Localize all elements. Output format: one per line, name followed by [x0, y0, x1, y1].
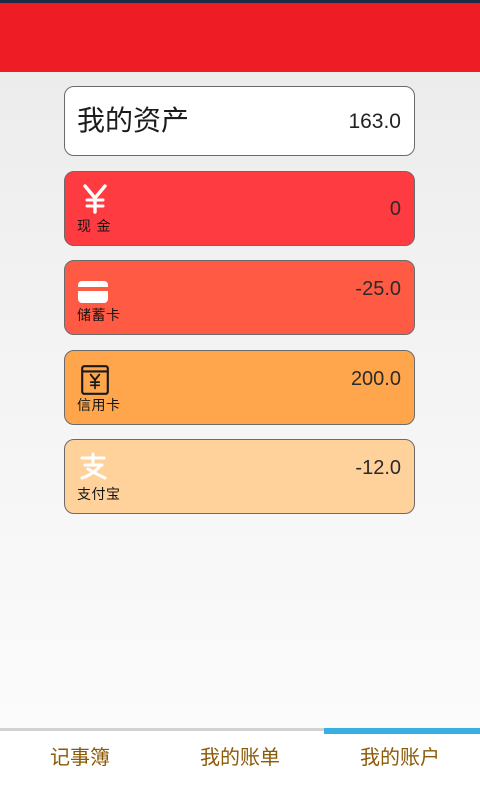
account-content: 我的资产 163.0 现 金 0 储蓄卡 -25.0 信用卡 200.0 支付宝…	[0, 72, 480, 728]
accounts-screen: 我的资产 163.0 现 金 0 储蓄卡 -25.0 信用卡 200.0 支付宝…	[0, 0, 480, 800]
debit-card-account-value: -25.0	[355, 278, 401, 300]
debit-card-account-card[interactable]: 储蓄卡 -25.0	[64, 260, 415, 335]
cash-account-value: 0	[389, 198, 401, 220]
debit-card-account-label: 储蓄卡	[77, 308, 121, 324]
tab-my-bills[interactable]: 我的账单	[160, 731, 320, 800]
top-red-header	[0, 0, 480, 72]
credit-card-icon	[81, 365, 109, 395]
tab-my-accounts-label: 我的账户	[360, 745, 440, 769]
tab-my-accounts[interactable]: 我的账户	[320, 731, 480, 800]
credit-card-account-card[interactable]: 信用卡 200.0	[64, 350, 415, 425]
credit-card-account-value: 200.0	[350, 368, 401, 390]
total-assets-card[interactable]: 我的资产 163.0	[64, 86, 415, 156]
cash-account-card[interactable]: 现 金 0	[64, 171, 415, 246]
alipay-icon	[80, 452, 107, 480]
total-assets-value: 163.0	[348, 110, 401, 133]
tab-ledger-label: 记事簿	[50, 745, 110, 769]
tab-my-bills-label: 我的账单	[200, 745, 280, 769]
alipay-account-label: 支付宝	[77, 487, 121, 503]
bottom-navigation: 记事簿 我的账单 我的账户	[0, 728, 480, 800]
alipay-account-value: -12.0	[355, 457, 401, 479]
credit-card-account-label: 信用卡	[77, 398, 121, 414]
total-assets-title: 我的资产	[77, 104, 190, 137]
alipay-account-card[interactable]: 支付宝 -12.0	[64, 439, 415, 514]
debit-card-icon	[78, 281, 108, 303]
tab-ledger[interactable]: 记事簿	[0, 731, 160, 800]
yen-icon	[83, 184, 107, 214]
cash-account-label: 现 金	[77, 219, 111, 235]
